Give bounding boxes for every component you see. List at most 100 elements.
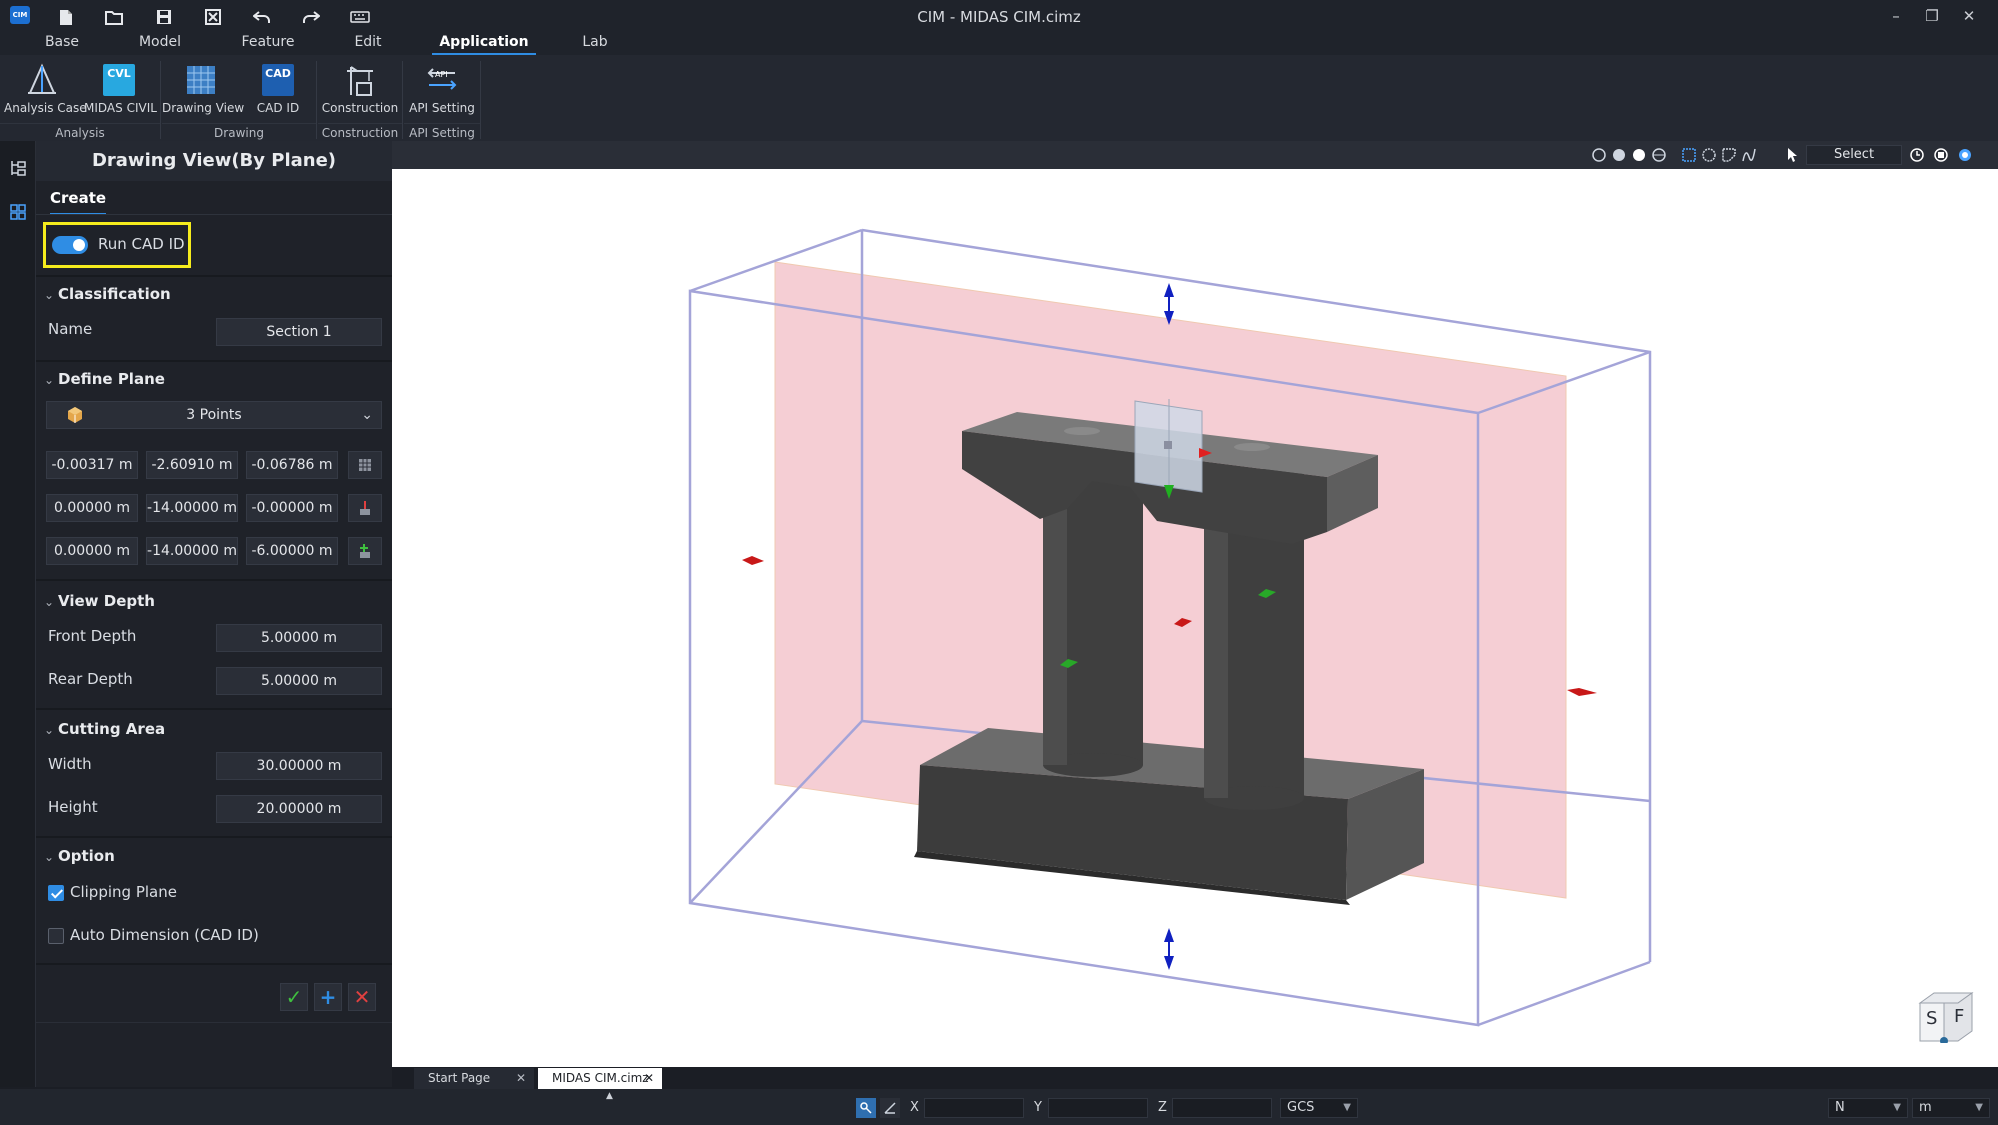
view-depth-header[interactable]: ⌄ View Depth (44, 592, 155, 610)
cursor-icon[interactable] (1784, 146, 1802, 164)
classification-header[interactable]: ⌄ Classification (44, 285, 171, 303)
ok-button[interactable]: ✓ (280, 983, 308, 1011)
freehand-select-icon[interactable] (1740, 146, 1758, 164)
model-viewport[interactable]: S F (392, 169, 1998, 1067)
doc-tab-midas-cim[interactable]: MIDAS CIM.cimz ✕ (538, 1068, 662, 1089)
check-icon: ✓ (285, 985, 303, 1009)
run-cad-id-toggle[interactable] (52, 236, 88, 254)
point3-x-field[interactable]: 0.00000 m (46, 537, 138, 565)
pick-point1-button[interactable] (348, 451, 382, 479)
height-field[interactable]: 20.00000 m (216, 795, 382, 823)
midas-civil-button[interactable]: CVL MIDAS CIVIL (84, 59, 157, 123)
api-setting-icon: API (425, 63, 459, 97)
construction-button[interactable]: Construction (320, 59, 400, 123)
view-cube-left-face[interactable]: S (1926, 1008, 1937, 1029)
view-cube[interactable]: S F (1916, 991, 1974, 1043)
point3-z-field[interactable]: -6.00000 m (246, 537, 338, 565)
menu-bar: Base Model Feature Edit Application Lab (0, 33, 1998, 55)
pick-point2-button[interactable] (348, 494, 382, 522)
snap-toggle-icon[interactable] (856, 1098, 876, 1118)
point3-y-field[interactable]: -14.00000 m (146, 537, 238, 565)
length-unit-select[interactable]: m ▼ (1912, 1098, 1990, 1118)
ribbon-divider (402, 61, 403, 139)
minimize-button[interactable]: – (1882, 5, 1910, 27)
group-api-setting: API Setting (404, 123, 480, 141)
box-select-icon[interactable] (1680, 146, 1698, 164)
close-tab-icon[interactable]: ✕ (516, 1068, 526, 1088)
chevron-down-icon: ▼ (1975, 1102, 1983, 1113)
scene-3d[interactable] (392, 169, 1998, 1067)
run-cad-id-label: Run CAD ID (98, 235, 185, 253)
svg-text:API: API (435, 70, 448, 79)
z-coordinate-field[interactable] (1172, 1098, 1272, 1118)
drawing-view-button[interactable]: Drawing View (162, 59, 244, 123)
x-coordinate-field[interactable] (924, 1098, 1024, 1118)
clipping-plane-checkbox[interactable] (48, 885, 64, 901)
tab-application[interactable]: Application (432, 34, 536, 55)
view-style-icon[interactable] (1590, 146, 1608, 164)
width-field[interactable]: 30.00000 m (216, 752, 382, 780)
define-plane-header[interactable]: ⌄ Define Plane (44, 370, 165, 388)
ribbon-divider (316, 61, 317, 139)
point2-z-field[interactable]: -0.00000 m (246, 494, 338, 522)
analysis-case-button[interactable]: Analysis Case (4, 59, 87, 123)
pick-point3-button[interactable] (348, 537, 382, 565)
polygon-select-icon[interactable] (1720, 146, 1738, 164)
point1-z-field[interactable]: -0.06786 m (246, 451, 338, 479)
select-mode-dropdown[interactable]: Select (1806, 145, 1902, 165)
tab-base[interactable]: Base (40, 34, 84, 55)
auto-dimension-label: Auto Dimension (CAD ID) (70, 926, 259, 944)
api-setting-button[interactable]: API API Setting (404, 59, 480, 123)
point1-y-field[interactable]: -2.60910 m (146, 451, 238, 479)
close-tab-icon[interactable]: ✕ (644, 1068, 654, 1088)
cad-id-button[interactable]: CAD CAD ID (250, 59, 306, 123)
point2-x-field[interactable]: 0.00000 m (46, 494, 138, 522)
chevron-down-icon: ▼ (1893, 1102, 1901, 1113)
cutting-area-header[interactable]: ⌄ Cutting Area (44, 720, 165, 738)
snap-icon[interactable] (1932, 146, 1950, 164)
circle-select-icon[interactable] (1700, 146, 1718, 164)
name-field[interactable]: Section 1 (216, 318, 382, 346)
rear-depth-label: Rear Depth (48, 670, 133, 688)
tab-create[interactable]: Create (50, 189, 107, 215)
auto-dimension-checkbox[interactable] (48, 928, 64, 944)
tab-feature[interactable]: Feature (239, 34, 297, 55)
apply-button[interactable]: + (314, 983, 342, 1011)
tree-view-icon[interactable] (7, 157, 29, 179)
close-window-button[interactable]: ✕ (1955, 5, 1983, 27)
y-coordinate-field[interactable] (1048, 1098, 1148, 1118)
clock-icon[interactable] (1908, 146, 1926, 164)
option-header[interactable]: ⌄ Option (44, 847, 115, 865)
view-settings-icon[interactable] (1956, 146, 1974, 164)
x-label: X (910, 1100, 919, 1115)
ribbon: Analysis Case CVL MIDAS CIVIL Drawing Vi… (0, 55, 1998, 141)
wireframe-icon[interactable] (1650, 146, 1668, 164)
coordinate-system-select[interactable]: GCS ▼ (1280, 1098, 1358, 1118)
title-bar: CIM CIM - MIDAS CIM.cimz – ❐ ✕ (0, 0, 1998, 33)
point1-x-field[interactable]: -0.00317 m (46, 451, 138, 479)
tab-model[interactable]: Model (134, 34, 186, 55)
task-panel-icon[interactable] (7, 201, 29, 223)
group-analysis: Analysis (0, 123, 160, 141)
tab-divider (36, 214, 392, 215)
plane-method-select[interactable]: 3 Points ⌄ (46, 401, 382, 429)
section-divider (36, 579, 392, 581)
shaded-edges-icon[interactable] (1630, 146, 1648, 164)
collapse-arrow-icon[interactable]: ▲ (606, 1091, 613, 1101)
plane-gizmo[interactable] (1134, 399, 1212, 499)
doc-tab-start-page[interactable]: Start Page ✕ (414, 1068, 534, 1089)
view-cube-right-face[interactable]: F (1954, 1006, 1964, 1027)
restore-button[interactable]: ❐ (1918, 5, 1946, 27)
window-title: CIM - MIDAS CIM.cimz (917, 8, 1081, 26)
cancel-button[interactable]: ✕ (348, 983, 376, 1011)
tab-lab[interactable]: Lab (578, 34, 612, 55)
tab-edit[interactable]: Edit (352, 34, 384, 55)
left-sidebar (0, 141, 36, 1087)
force-unit-select[interactable]: N ▼ (1828, 1098, 1908, 1118)
grid-toggle-icon[interactable] (880, 1098, 900, 1118)
front-depth-field[interactable]: 5.00000 m (216, 624, 382, 652)
close-icon: ✕ (353, 985, 371, 1009)
rear-depth-field[interactable]: 5.00000 m (216, 667, 382, 695)
shaded-icon[interactable] (1610, 146, 1628, 164)
point2-y-field[interactable]: -14.00000 m (146, 494, 238, 522)
